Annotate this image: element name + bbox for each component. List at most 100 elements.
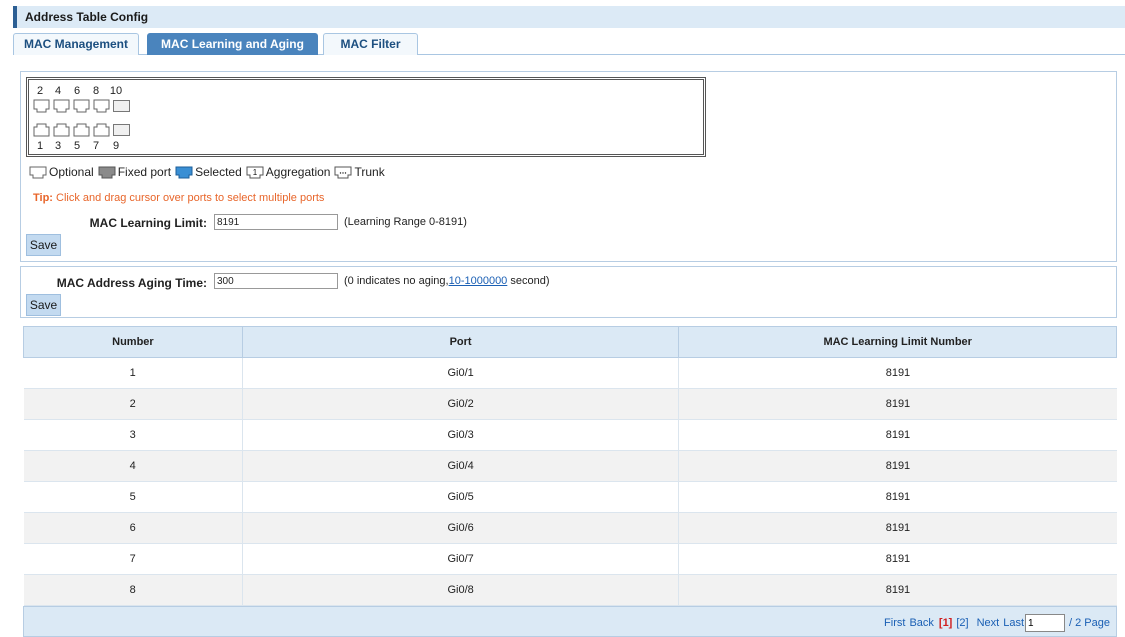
cell-port: Gi0/2 (242, 388, 680, 420)
legend-trunk: Trunk (354, 165, 385, 179)
optional-port-icon (29, 166, 47, 178)
port-label: 7 (92, 140, 100, 152)
port-6[interactable] (73, 99, 90, 113)
cell-number: 6 (23, 512, 243, 544)
port-label: 5 (73, 140, 81, 152)
cell-limit: 8191 (678, 512, 1117, 544)
column-header-limit[interactable]: MAC Learning Limit Number (678, 326, 1117, 358)
page-title: Address Table Config (25, 10, 149, 24)
table-row[interactable]: 1 Gi0/1 8191 (23, 357, 1117, 389)
mac-learning-limit-input[interactable] (214, 214, 338, 230)
port-5[interactable] (73, 123, 90, 137)
port-9[interactable] (113, 124, 130, 138)
cell-port: Gi0/8 (242, 574, 680, 606)
pager-current-page: [1] (938, 617, 953, 629)
pagination-bar: First Back [1] [2] Next Last / 2 Page (23, 606, 1117, 637)
port-label: 8 (92, 85, 100, 97)
port-label: 4 (54, 85, 62, 97)
table-header-row: Number Port MAC Learning Limit Number (23, 326, 1117, 358)
cell-number: 2 (23, 388, 243, 420)
mac-aging-time-label: MAC Address Aging Time: (56, 276, 207, 290)
port-legend: Optional Fixed port Selected 1 Aggregati… (29, 165, 389, 179)
column-header-port[interactable]: Port (241, 326, 680, 358)
table-row[interactable]: 3 Gi0/3 8191 (23, 419, 1117, 451)
aggregation-port-icon: 1 (246, 166, 264, 178)
svg-text:1: 1 (253, 168, 258, 177)
cell-limit: 8191 (678, 543, 1117, 575)
aging-range-link[interactable]: 10-1000000 (449, 275, 508, 287)
table-row[interactable]: 5 Gi0/5 8191 (23, 481, 1117, 513)
pager-total-pages: / 2 Page (1069, 617, 1110, 629)
trunk-port-icon (334, 166, 352, 178)
page-header: Address Table Config (13, 6, 1125, 28)
port-8[interactable] (93, 99, 110, 113)
aging-panel: MAC Address Aging Time: (0 indicates no … (20, 266, 1117, 318)
pager-page-2-link[interactable]: [2] (956, 617, 968, 629)
table-row[interactable]: 8 Gi0/8 8191 (23, 574, 1117, 606)
cell-limit: 8191 (678, 388, 1117, 420)
port-1[interactable] (33, 123, 50, 137)
cell-port: Gi0/3 (242, 419, 680, 451)
learning-range-hint: (Learning Range 0-8191) (344, 216, 467, 228)
tip-text: Tip: Click and drag cursor over ports to… (33, 192, 324, 204)
legend-aggregation: Aggregation (265, 165, 331, 179)
pager-page-input[interactable] (1025, 614, 1066, 632)
port-label: 9 (112, 140, 120, 152)
pager-last-link[interactable]: Last (1003, 617, 1024, 629)
aging-hint-prefix: (0 indicates no aging, (344, 275, 449, 287)
port-3[interactable] (53, 123, 70, 137)
port-10[interactable] (113, 100, 130, 114)
cell-number: 7 (23, 543, 243, 575)
fixed-port-icon (98, 166, 116, 178)
tip-prefix: Tip: (33, 192, 53, 204)
cell-limit: 8191 (678, 574, 1117, 606)
cell-number: 1 (23, 357, 243, 389)
cell-limit: 8191 (678, 419, 1117, 451)
port-7[interactable] (93, 123, 110, 137)
table-row[interactable]: 6 Gi0/6 8191 (23, 512, 1117, 544)
save-aging-button[interactable]: Save (26, 294, 61, 316)
tab-mac-management[interactable]: MAC Management (13, 33, 139, 55)
pagination-controls: First Back [1] [2] Next Last / 2 Page (880, 614, 1110, 632)
cell-port: Gi0/4 (242, 450, 680, 482)
table-row[interactable]: 4 Gi0/4 8191 (23, 450, 1117, 482)
aging-hint-suffix: second) (507, 275, 550, 287)
table-row[interactable]: 2 Gi0/2 8191 (23, 388, 1117, 420)
mac-limit-table: Number Port MAC Learning Limit Number 1G… (23, 326, 1117, 606)
table-row[interactable]: 7 Gi0/7 8191 (23, 543, 1117, 575)
tip-message: Click and drag cursor over ports to sele… (52, 192, 325, 204)
cell-limit: 8191 (678, 481, 1117, 513)
port-4[interactable] (53, 99, 70, 113)
port-label: 2 (36, 85, 44, 97)
tab-mac-learning-aging[interactable]: MAC Learning and Aging (147, 33, 318, 55)
legend-fixed: Fixed port (117, 165, 172, 179)
mac-learning-limit-label: MAC Learning Limit: (89, 216, 207, 230)
mac-aging-time-input[interactable] (214, 273, 338, 289)
cell-number: 8 (23, 574, 243, 606)
cell-number: 5 (23, 481, 243, 513)
tab-bar: MAC Management MAC Learning and Aging MA… (13, 31, 1125, 55)
cell-number: 3 (23, 419, 243, 451)
legend-optional: Optional (49, 165, 94, 179)
aging-range-hint: (0 indicates no aging,10-1000000 second) (344, 275, 550, 287)
port-label: 3 (54, 140, 62, 152)
cell-port: Gi0/5 (242, 481, 680, 513)
learning-panel: 2 4 6 8 10 1 3 5 7 9 Optional Fixed port… (20, 71, 1117, 262)
save-learning-button[interactable]: Save (26, 234, 61, 256)
port-2[interactable] (33, 99, 50, 113)
cell-port: Gi0/1 (242, 357, 680, 389)
cell-limit: 8191 (678, 357, 1117, 389)
tab-mac-filter[interactable]: MAC Filter (323, 33, 418, 55)
cell-limit: 8191 (678, 450, 1117, 482)
port-panel: 2 4 6 8 10 1 3 5 7 9 (26, 77, 706, 157)
legend-selected: Selected (195, 165, 242, 179)
cell-number: 4 (23, 450, 243, 482)
cell-port: Gi0/6 (242, 512, 680, 544)
port-label: 1 (36, 140, 44, 152)
selected-port-icon (175, 166, 193, 178)
pager-back-link[interactable]: Back (909, 617, 933, 629)
column-header-number[interactable]: Number (23, 326, 243, 358)
port-label: 6 (73, 85, 81, 97)
pager-first-link[interactable]: First (884, 617, 905, 629)
pager-next-link[interactable]: Next (977, 617, 1000, 629)
